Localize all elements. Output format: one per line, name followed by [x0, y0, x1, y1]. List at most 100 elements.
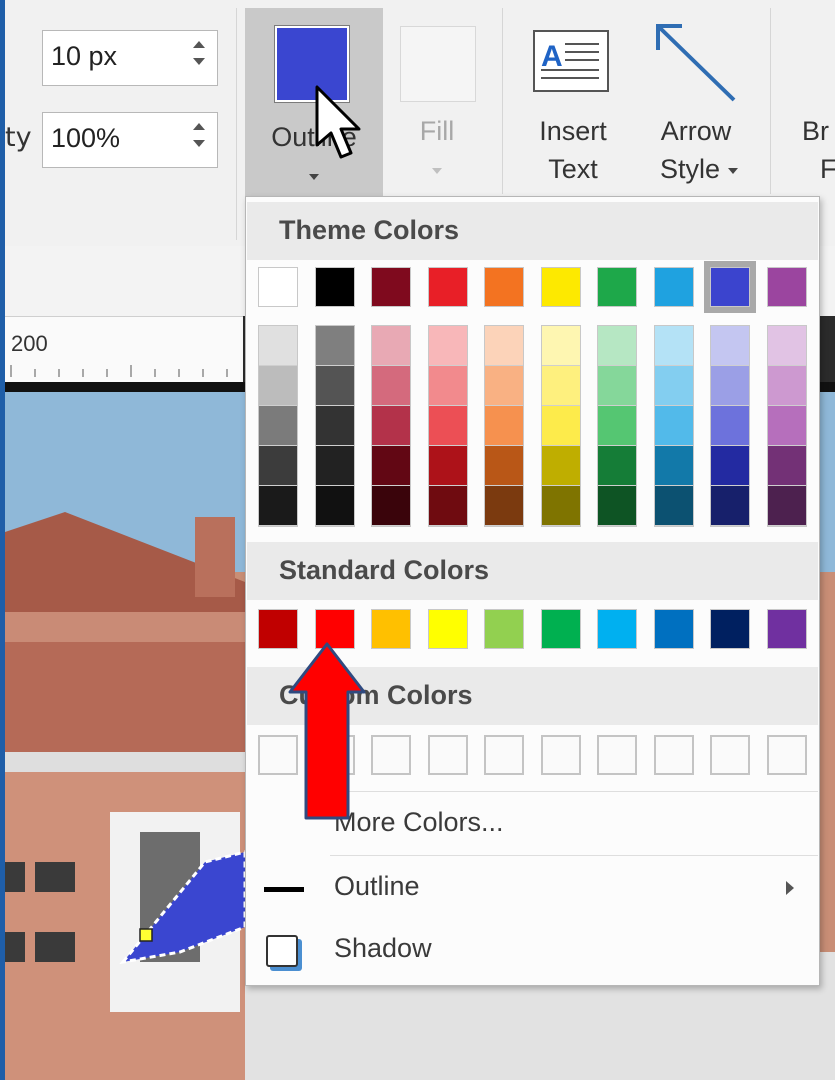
standard-color-swatch[interactable]	[597, 609, 637, 649]
theme-shade-swatch[interactable]	[654, 486, 693, 526]
theme-color-swatch[interactable]	[653, 267, 694, 307]
theme-shade-swatch[interactable]	[372, 446, 410, 486]
theme-shade-swatch[interactable]	[767, 326, 806, 366]
theme-shade-swatch[interactable]	[767, 406, 806, 446]
theme-shade-swatch[interactable]	[372, 406, 410, 446]
theme-shade-swatch[interactable]	[315, 366, 354, 406]
theme-shade-swatch[interactable]	[654, 406, 693, 446]
theme-shade-swatch[interactable]	[654, 326, 693, 366]
theme-shade-swatch[interactable]	[598, 446, 636, 486]
standard-color-swatch[interactable]	[653, 609, 694, 649]
theme-shade-swatch[interactable]	[428, 406, 467, 446]
spin-down-icon[interactable]	[193, 58, 205, 65]
theme-shade-swatch[interactable]	[767, 446, 806, 486]
custom-color-slot[interactable]	[371, 735, 411, 775]
theme-shade-swatch[interactable]	[315, 326, 354, 366]
custom-color-slot[interactable]	[766, 735, 807, 775]
theme-shade-swatch[interactable]	[259, 366, 297, 406]
theme-shade-swatch[interactable]	[541, 446, 580, 486]
theme-shade-swatch[interactable]	[485, 366, 523, 406]
theme-shade-swatch[interactable]	[598, 366, 636, 406]
menu-separator	[330, 855, 818, 856]
theme-color-swatch[interactable]	[766, 267, 807, 307]
custom-color-slot[interactable]	[484, 735, 524, 775]
theme-shade-swatch[interactable]	[315, 486, 354, 526]
insert-text-label-1[interactable]: Insert	[525, 116, 621, 147]
theme-shade-swatch[interactable]	[259, 406, 297, 446]
standard-color-swatch[interactable]	[766, 609, 807, 649]
line-width-spinner[interactable]	[191, 37, 207, 79]
theme-shade-column	[653, 325, 694, 527]
theme-color-swatch[interactable]	[427, 267, 468, 307]
theme-shade-swatch[interactable]	[428, 366, 467, 406]
theme-shade-column	[710, 325, 750, 527]
theme-shade-swatch[interactable]	[372, 486, 410, 526]
theme-color-swatch[interactable]	[258, 267, 298, 307]
theme-shade-swatch[interactable]	[711, 446, 749, 486]
theme-shade-swatch[interactable]	[654, 446, 693, 486]
standard-color-swatch[interactable]	[484, 609, 524, 649]
theme-shade-swatch[interactable]	[372, 326, 410, 366]
spin-up-icon[interactable]	[193, 41, 205, 48]
standard-color-swatch[interactable]	[371, 609, 411, 649]
insert-text-label-2[interactable]: Text	[525, 154, 621, 185]
custom-color-slot[interactable]	[710, 735, 750, 775]
fill-button-label[interactable]: Fill	[400, 116, 474, 147]
theme-shade-swatch[interactable]	[711, 366, 749, 406]
truncated-button-label-2[interactable]: F	[820, 154, 835, 185]
mouse-cursor-icon	[315, 85, 361, 159]
opacity-spinner[interactable]	[191, 119, 207, 161]
arrow-style-icon[interactable]	[650, 20, 740, 106]
theme-shade-swatch[interactable]	[541, 486, 580, 526]
custom-color-slot[interactable]	[653, 735, 694, 775]
shadow-menu-item[interactable]: Shadow	[334, 933, 432, 964]
standard-color-swatch[interactable]	[710, 609, 750, 649]
theme-shade-swatch[interactable]	[372, 366, 410, 406]
theme-shade-swatch[interactable]	[485, 326, 523, 366]
opacity-input[interactable]: 100%	[42, 112, 218, 168]
arrow-style-label-1[interactable]: Arrow	[640, 116, 752, 147]
theme-color-swatch[interactable]	[314, 267, 355, 307]
theme-shade-swatch[interactable]	[259, 326, 297, 366]
theme-shade-swatch[interactable]	[767, 486, 806, 526]
outline-menu-item[interactable]: Outline	[334, 871, 420, 902]
theme-color-swatch[interactable]	[371, 267, 411, 307]
theme-color-swatch[interactable]	[540, 267, 581, 307]
theme-color-swatch[interactable]	[710, 267, 750, 307]
theme-shade-swatch[interactable]	[428, 446, 467, 486]
standard-color-swatch[interactable]	[540, 609, 581, 649]
theme-shade-swatch[interactable]	[541, 406, 580, 446]
custom-color-slot[interactable]	[427, 735, 468, 775]
standard-color-swatch[interactable]	[427, 609, 468, 649]
arrow-style-label-2[interactable]: Style	[640, 154, 740, 185]
truncated-button-label-1[interactable]: Br	[802, 116, 829, 147]
theme-shade-swatch[interactable]	[711, 326, 749, 366]
theme-shade-swatch[interactable]	[598, 406, 636, 446]
spin-up-icon[interactable]	[193, 123, 205, 130]
theme-shade-swatch[interactable]	[598, 486, 636, 526]
custom-color-slot[interactable]	[597, 735, 637, 775]
theme-shade-swatch[interactable]	[598, 326, 636, 366]
theme-shade-swatch[interactable]	[767, 366, 806, 406]
theme-shade-swatch[interactable]	[315, 406, 354, 446]
theme-shade-swatch[interactable]	[541, 326, 580, 366]
theme-shade-swatch[interactable]	[541, 366, 580, 406]
theme-shade-swatch[interactable]	[428, 326, 467, 366]
theme-shade-swatch[interactable]	[315, 446, 354, 486]
theme-shade-swatch[interactable]	[711, 406, 749, 446]
spin-down-icon[interactable]	[193, 140, 205, 147]
theme-shade-swatch[interactable]	[428, 486, 467, 526]
line-width-input[interactable]: 10 px	[42, 30, 218, 86]
theme-shade-swatch[interactable]	[485, 406, 523, 446]
theme-shade-swatch[interactable]	[711, 486, 749, 526]
custom-color-slot[interactable]	[540, 735, 581, 775]
insert-text-icon[interactable]: A	[533, 30, 609, 92]
theme-color-swatch[interactable]	[597, 267, 637, 307]
theme-color-swatch[interactable]	[484, 267, 524, 307]
theme-shade-swatch[interactable]	[654, 366, 693, 406]
theme-shade-swatch[interactable]	[485, 486, 523, 526]
theme-shade-swatch[interactable]	[485, 446, 523, 486]
theme-colors-title: Theme Colors	[279, 215, 460, 245]
theme-shade-swatch[interactable]	[259, 486, 297, 526]
theme-shade-swatch[interactable]	[259, 446, 297, 486]
